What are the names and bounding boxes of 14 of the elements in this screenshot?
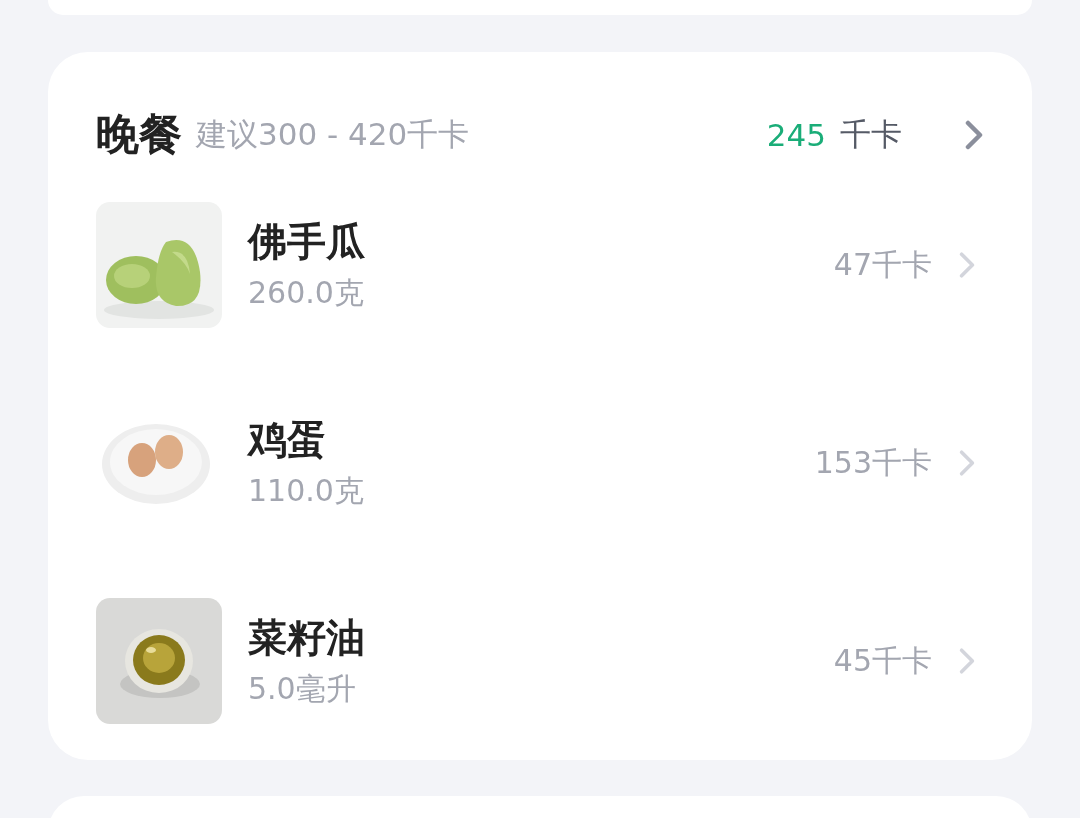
food-calories: 47千卡	[833, 245, 932, 284]
calorie-total: 245	[766, 117, 826, 153]
food-amount: 5.0毫升	[248, 670, 357, 708]
food-amount: 110.0克	[248, 472, 364, 510]
food-amount: 260.0克	[248, 274, 365, 312]
food-calories: 45千卡	[833, 641, 932, 680]
chevron-right-icon[interactable]	[964, 120, 984, 150]
calorie-unit: 千卡	[840, 115, 902, 154]
meal-title: 晚餐	[96, 108, 182, 161]
calorie-suggestion: 建议300 - 420千卡	[196, 115, 470, 154]
food-name: 鸡蛋	[248, 416, 327, 464]
food-name: 菜籽油	[248, 614, 365, 662]
food-name: 佛手瓜	[248, 218, 365, 266]
food-calories: 153千卡	[814, 443, 932, 482]
